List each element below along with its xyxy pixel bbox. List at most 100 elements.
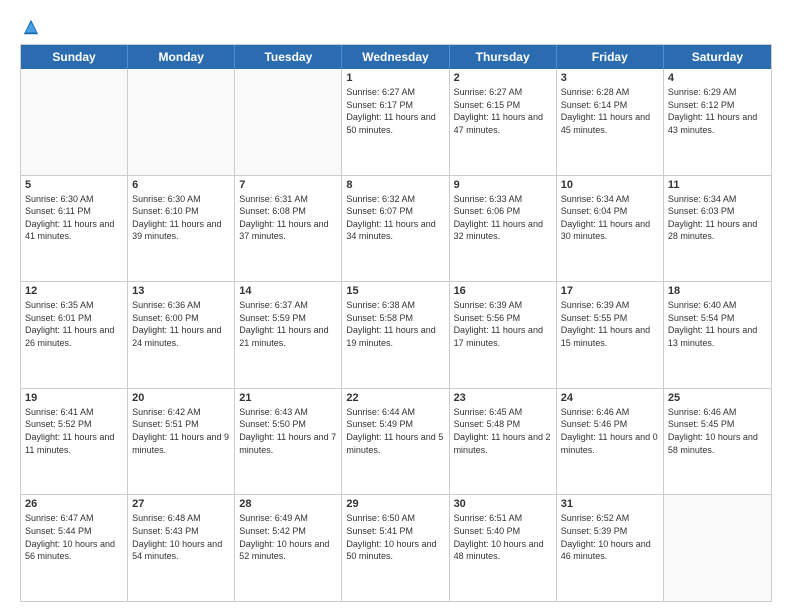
day-number: 17 — [561, 285, 659, 297]
cell-info: Sunrise: 6:46 AMSunset: 5:46 PMDaylight:… — [561, 406, 659, 456]
calendar-row-1: 1 Sunrise: 6:27 AMSunset: 6:17 PMDaylight… — [21, 69, 771, 176]
day-cell-19: 19Sunrise: 6:41 AMSunset: 5:52 PMDayligh… — [21, 389, 128, 495]
day-number: 12 — [25, 285, 123, 297]
cell-info: Sunrise: 6:51 AMSunset: 5:40 PMDaylight:… — [454, 512, 552, 562]
page: SundayMondayTuesdayWednesdayThursdayFrid… — [0, 0, 792, 612]
day-number: 3 — [561, 72, 659, 84]
cell-info: Sunrise: 6:27 AMSunset: 6:17 PMDaylight:… — [346, 86, 444, 136]
logo — [20, 18, 40, 34]
day-number: 6 — [132, 179, 230, 191]
day-cell-3: 3 Sunrise: 6:28 AMSunset: 6:14 PMDaylight… — [557, 69, 664, 175]
day-number: 7 — [239, 179, 337, 191]
day-number: 2 — [454, 72, 552, 84]
day-cell-31: 31 Sunrise: 6:52 AMSunset: 5:39 PMDayligh… — [557, 495, 664, 601]
empty-cell — [21, 69, 128, 175]
day-cell-11: 11 Sunrise: 6:34 AMSunset: 6:03 PMDayligh… — [664, 176, 771, 282]
day-cell-14: 14Sunrise: 6:37 AMSunset: 5:59 PMDayligh… — [235, 282, 342, 388]
cell-info: Sunrise: 6:52 AMSunset: 5:39 PMDaylight:… — [561, 512, 659, 562]
day-cell-30: 30 Sunrise: 6:51 AMSunset: 5:40 PMDayligh… — [450, 495, 557, 601]
cell-info: Sunrise: 6:30 AMSunset: 6:11 PMDaylight:… — [25, 193, 123, 243]
calendar-row-4: 19Sunrise: 6:41 AMSunset: 5:52 PMDayligh… — [21, 389, 771, 496]
cell-info: Sunrise: 6:36 AMSunset: 6:00 PMDaylight:… — [132, 299, 230, 349]
day-number: 26 — [25, 498, 123, 510]
day-number: 25 — [668, 392, 767, 404]
day-number: 22 — [346, 392, 444, 404]
day-number: 16 — [454, 285, 552, 297]
day-number: 1 — [346, 72, 444, 84]
cell-info: Sunrise: 6:39 AMSunset: 5:55 PMDaylight:… — [561, 299, 659, 349]
day-number: 19 — [25, 392, 123, 404]
header-day-monday: Monday — [128, 45, 235, 69]
day-cell-2: 2 Sunrise: 6:27 AMSunset: 6:15 PMDaylight… — [450, 69, 557, 175]
header-day-thursday: Thursday — [450, 45, 557, 69]
cell-info: Sunrise: 6:49 AMSunset: 5:42 PMDaylight:… — [239, 512, 337, 562]
cell-info: Sunrise: 6:37 AMSunset: 5:59 PMDaylight:… — [239, 299, 337, 349]
cell-info: Sunrise: 6:32 AMSunset: 6:07 PMDaylight:… — [346, 193, 444, 243]
cell-info: Sunrise: 6:46 AMSunset: 5:45 PMDaylight:… — [668, 406, 767, 456]
day-cell-5: 5 Sunrise: 6:30 AMSunset: 6:11 PMDaylight… — [21, 176, 128, 282]
day-cell-29: 29 Sunrise: 6:50 AMSunset: 5:41 PMDayligh… — [342, 495, 449, 601]
day-number: 13 — [132, 285, 230, 297]
day-cell-10: 10 Sunrise: 6:34 AMSunset: 6:04 PMDayligh… — [557, 176, 664, 282]
cell-info: Sunrise: 6:44 AMSunset: 5:49 PMDaylight:… — [346, 406, 444, 456]
calendar-body: 1 Sunrise: 6:27 AMSunset: 6:17 PMDaylight… — [21, 69, 771, 601]
day-number: 27 — [132, 498, 230, 510]
day-cell-18: 18 Sunrise: 6:40 AMSunset: 5:54 PMDayligh… — [664, 282, 771, 388]
day-cell-1: 1 Sunrise: 6:27 AMSunset: 6:17 PMDaylight… — [342, 69, 449, 175]
day-cell-27: 27 Sunrise: 6:48 AMSunset: 5:43 PMDayligh… — [128, 495, 235, 601]
day-cell-23: 23Sunrise: 6:45 AMSunset: 5:48 PMDayligh… — [450, 389, 557, 495]
empty-cell — [235, 69, 342, 175]
day-cell-26: 26 Sunrise: 6:47 AMSunset: 5:44 PMDayligh… — [21, 495, 128, 601]
cell-info: Sunrise: 6:34 AMSunset: 6:03 PMDaylight:… — [668, 193, 767, 243]
header — [20, 18, 772, 34]
day-number: 24 — [561, 392, 659, 404]
day-number: 28 — [239, 498, 337, 510]
cell-info: Sunrise: 6:48 AMSunset: 5:43 PMDaylight:… — [132, 512, 230, 562]
day-number: 21 — [239, 392, 337, 404]
day-cell-20: 20 Sunrise: 6:42 AMSunset: 5:51 PMDayligh… — [128, 389, 235, 495]
header-day-saturday: Saturday — [664, 45, 771, 69]
cell-info: Sunrise: 6:30 AMSunset: 6:10 PMDaylight:… — [132, 193, 230, 243]
cell-info: Sunrise: 6:33 AMSunset: 6:06 PMDaylight:… — [454, 193, 552, 243]
cell-info: Sunrise: 6:45 AMSunset: 5:48 PMDaylight:… — [454, 406, 552, 456]
day-number: 10 — [561, 179, 659, 191]
day-number: 29 — [346, 498, 444, 510]
day-number: 8 — [346, 179, 444, 191]
day-cell-21: 21 Sunrise: 6:43 AMSunset: 5:50 PMDayligh… — [235, 389, 342, 495]
day-number: 31 — [561, 498, 659, 510]
header-day-friday: Friday — [557, 45, 664, 69]
cell-info: Sunrise: 6:39 AMSunset: 5:56 PMDaylight:… — [454, 299, 552, 349]
cell-info: Sunrise: 6:28 AMSunset: 6:14 PMDaylight:… — [561, 86, 659, 136]
cell-info: Sunrise: 6:47 AMSunset: 5:44 PMDaylight:… — [25, 512, 123, 562]
header-day-sunday: Sunday — [21, 45, 128, 69]
day-cell-16: 16 Sunrise: 6:39 AMSunset: 5:56 PMDayligh… — [450, 282, 557, 388]
day-cell-28: 28 Sunrise: 6:49 AMSunset: 5:42 PMDayligh… — [235, 495, 342, 601]
day-number: 15 — [346, 285, 444, 297]
cell-info: Sunrise: 6:38 AMSunset: 5:58 PMDaylight:… — [346, 299, 444, 349]
calendar-header: SundayMondayTuesdayWednesdayThursdayFrid… — [21, 45, 771, 69]
empty-cell — [128, 69, 235, 175]
day-number: 30 — [454, 498, 552, 510]
day-number: 4 — [668, 72, 767, 84]
cell-info: Sunrise: 6:50 AMSunset: 5:41 PMDaylight:… — [346, 512, 444, 562]
day-number: 20 — [132, 392, 230, 404]
calendar-row-3: 12Sunrise: 6:35 AMSunset: 6:01 PMDayligh… — [21, 282, 771, 389]
empty-cell — [664, 495, 771, 601]
day-number: 9 — [454, 179, 552, 191]
day-cell-22: 22 Sunrise: 6:44 AMSunset: 5:49 PMDayligh… — [342, 389, 449, 495]
cell-info: Sunrise: 6:27 AMSunset: 6:15 PMDaylight:… — [454, 86, 552, 136]
cell-info: Sunrise: 6:42 AMSunset: 5:51 PMDaylight:… — [132, 406, 230, 456]
day-cell-25: 25 Sunrise: 6:46 AMSunset: 5:45 PMDayligh… — [664, 389, 771, 495]
day-cell-24: 24 Sunrise: 6:46 AMSunset: 5:46 PMDayligh… — [557, 389, 664, 495]
day-number: 11 — [668, 179, 767, 191]
day-cell-4: 4Sunrise: 6:29 AMSunset: 6:12 PMDaylight… — [664, 69, 771, 175]
cell-info: Sunrise: 6:34 AMSunset: 6:04 PMDaylight:… — [561, 193, 659, 243]
cell-info: Sunrise: 6:31 AMSunset: 6:08 PMDaylight:… — [239, 193, 337, 243]
cell-info: Sunrise: 6:40 AMSunset: 5:54 PMDaylight:… — [668, 299, 767, 349]
day-cell-6: 6 Sunrise: 6:30 AMSunset: 6:10 PMDaylight… — [128, 176, 235, 282]
day-cell-9: 9 Sunrise: 6:33 AMSunset: 6:06 PMDaylight… — [450, 176, 557, 282]
cell-info: Sunrise: 6:43 AMSunset: 5:50 PMDaylight:… — [239, 406, 337, 456]
day-cell-8: 8 Sunrise: 6:32 AMSunset: 6:07 PMDaylight… — [342, 176, 449, 282]
day-number: 18 — [668, 285, 767, 297]
day-number: 5 — [25, 179, 123, 191]
